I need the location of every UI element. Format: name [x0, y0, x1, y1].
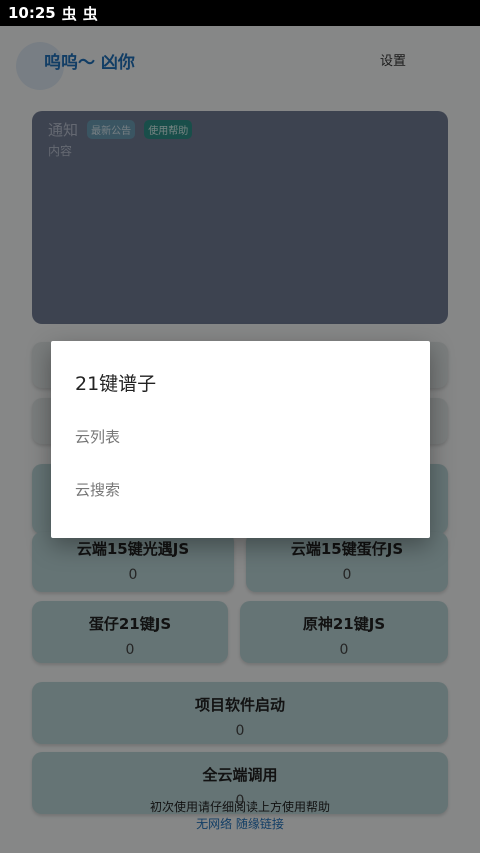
dialog-item-cloud-list[interactable]: 云列表 — [75, 426, 406, 447]
status-time: 10:25 — [8, 4, 56, 22]
song-dialog: 21键谱子 云列表 云搜索 — [51, 341, 430, 538]
status-bar: 10:25 虫 虫 — [0, 0, 480, 26]
bug-icon: 虫 — [82, 4, 98, 23]
dialog-title: 21键谱子 — [75, 373, 157, 395]
bug-icon: 虫 — [61, 4, 77, 23]
dialog-item-cloud-search[interactable]: 云搜索 — [75, 479, 406, 500]
